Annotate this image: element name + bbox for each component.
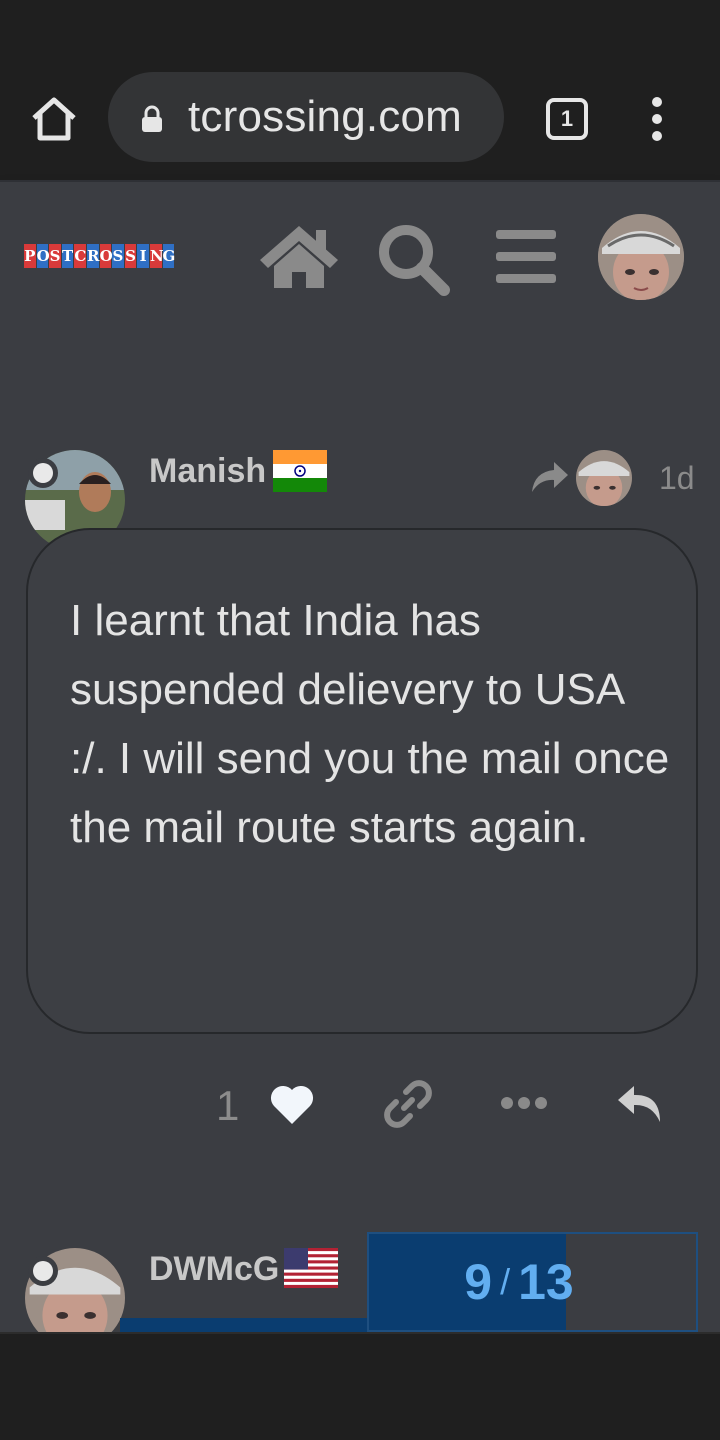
postcrossing-logo[interactable]: POSTCROSSING [24, 244, 175, 272]
progress-label: 9 / 13 [369, 1234, 669, 1330]
logo-letter: S [124, 244, 137, 268]
more-options-icon[interactable] [500, 1096, 548, 1110]
logo-letter: G [162, 244, 175, 268]
online-status-indicator [28, 458, 58, 488]
address-bar[interactable]: tcrossing.com [108, 72, 504, 162]
status-bar [0, 0, 720, 60]
hamburger-menu-icon[interactable] [494, 228, 558, 286]
logo-letter: N [149, 244, 164, 268]
logo-letter: I [137, 244, 149, 268]
system-navigation-bar [0, 1332, 720, 1440]
avatar-image [598, 214, 684, 300]
post-body: I learnt that India has suspended deliev… [26, 528, 698, 1034]
progress-current: 9 [464, 1254, 493, 1310]
logo-letter: P [24, 244, 36, 268]
next-post-author-name[interactable]: DWMcG [149, 1250, 279, 1289]
topic-progress[interactable]: 9 / 13 [367, 1232, 698, 1332]
more-menu-icon[interactable] [646, 96, 668, 142]
logo-letter: S [112, 244, 124, 268]
home-nav-icon[interactable] [258, 222, 340, 292]
search-icon[interactable] [376, 222, 450, 296]
post-author-name[interactable]: Manish [149, 452, 266, 491]
logo-letter: R [86, 244, 99, 268]
progress-total: 13 [518, 1254, 574, 1310]
logo-letter: S [49, 244, 61, 268]
india-flag-icon [273, 450, 327, 492]
like-count[interactable]: 1 [216, 1082, 239, 1130]
post-date[interactable]: 1d [659, 460, 695, 497]
online-status-indicator [28, 1256, 58, 1286]
reply-to-icon[interactable] [530, 460, 570, 494]
tab-switcher-button[interactable]: 1 [546, 98, 588, 140]
user-avatar[interactable] [598, 214, 684, 300]
progress-strip [120, 1318, 367, 1332]
heart-icon[interactable] [268, 1082, 316, 1126]
site-header: POSTCROSSING [0, 180, 720, 328]
logo-letter: O [99, 244, 113, 268]
avatar-image [576, 450, 632, 506]
topic-content: Manish 1d I learnt that India has suspen… [0, 328, 720, 1348]
reply-icon[interactable] [616, 1082, 664, 1126]
browser-toolbar: tcrossing.com 1 [0, 60, 720, 180]
home-icon[interactable] [28, 94, 80, 146]
post-text: I learnt that India has suspended deliev… [70, 596, 670, 852]
reply-to-avatar[interactable] [576, 450, 632, 506]
link-icon[interactable] [384, 1080, 432, 1128]
url-text: tcrossing.com [188, 92, 463, 141]
progress-separator: / [500, 1261, 511, 1302]
logo-letter: O [36, 244, 50, 268]
logo-letter: C [74, 244, 86, 268]
usa-flag-icon [284, 1248, 338, 1288]
post-actions: 1 [0, 1068, 720, 1148]
lock-icon [142, 105, 162, 132]
logo-letter: T [61, 244, 74, 268]
